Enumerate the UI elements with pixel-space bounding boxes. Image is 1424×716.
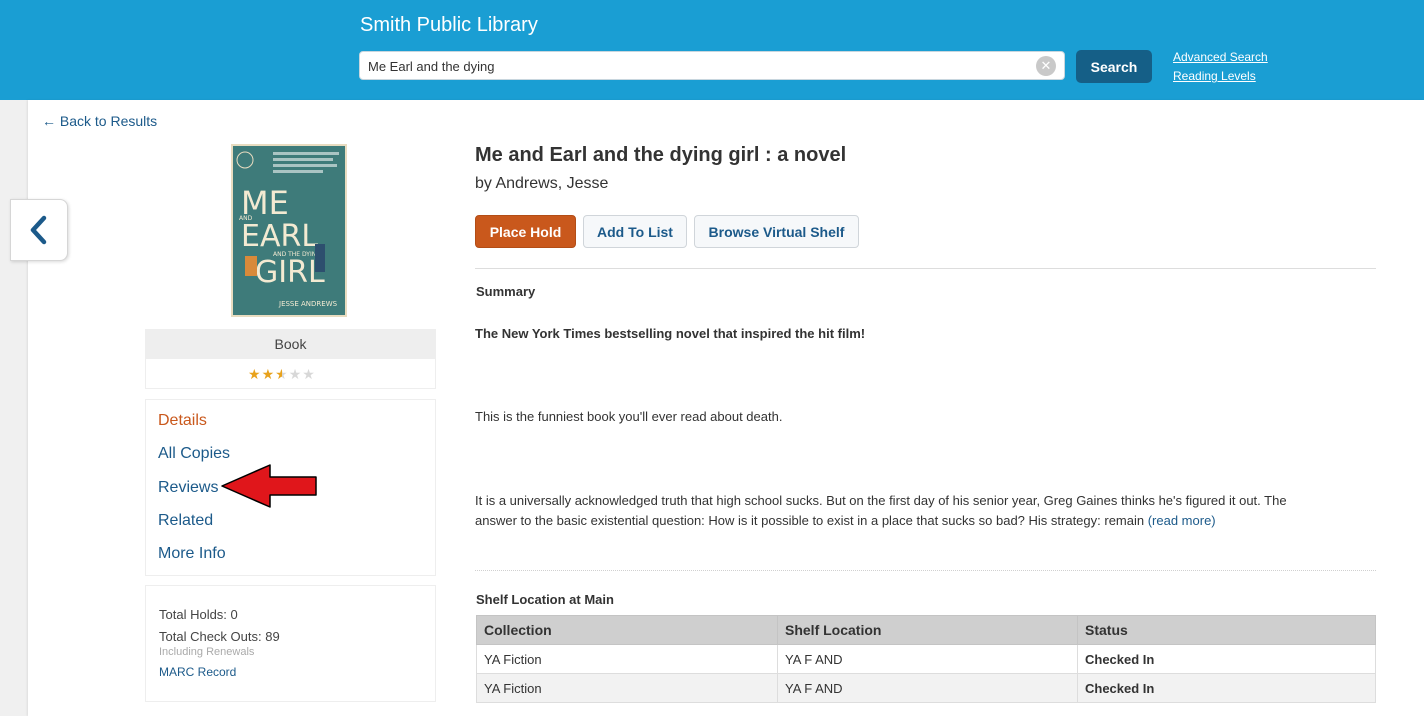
book-author[interactable]: by Andrews, Jesse <box>475 175 608 193</box>
previous-record-button[interactable] <box>10 199 68 261</box>
rating-stars[interactable]: ★★★★★ <box>248 366 316 383</box>
col-collection: Collection <box>476 615 778 645</box>
dotted-divider <box>475 570 1376 571</box>
nav-details[interactable]: Details <box>158 412 207 430</box>
total-holds: Total Holds: 0 <box>159 607 238 622</box>
nav-more-info[interactable]: More Info <box>158 545 226 563</box>
cover-title-earl: EARL <box>241 219 318 254</box>
star-icon: ★ <box>302 366 316 382</box>
reading-levels-link[interactable]: Reading Levels <box>1173 69 1256 83</box>
star-icon: ★ <box>248 366 262 382</box>
read-more-link[interactable]: (read more) <box>1148 513 1216 528</box>
site-header: Smith Public Library ✕ Search Advanced S… <box>0 0 1424 100</box>
place-hold-button[interactable]: Place Hold <box>475 215 576 248</box>
summary-paragraph-2: answer to the basic existential question… <box>475 511 1216 531</box>
cell-collection: YA Fiction <box>476 673 778 703</box>
book-cover-art: ME AND EARL AND THE DYING GIRL JESSE AND… <box>233 146 345 315</box>
summary-paragraph-2-line-1: It is a universally acknowledged truth t… <box>475 493 1287 508</box>
cover-author-credit: JESSE ANDREWS <box>278 300 338 308</box>
search-box: ✕ <box>359 51 1065 80</box>
summary-paragraph-2-line-2: answer to the basic existential question… <box>475 513 1148 528</box>
nav-reviews[interactable]: Reviews <box>158 479 218 497</box>
site-title[interactable]: Smith Public Library <box>360 14 538 37</box>
cell-shelf-location: YA F AND <box>777 644 1078 674</box>
cell-collection: YA Fiction <box>476 644 778 674</box>
format-box: Book ★★★★★ <box>145 329 436 389</box>
search-input[interactable] <box>368 56 1028 76</box>
table-header-row: Collection Shelf Location Status <box>476 615 1376 645</box>
cell-shelf-location: YA F AND <box>777 673 1078 703</box>
star-icon: ★ <box>288 366 303 382</box>
back-to-results-link[interactable]: ← Back to Results <box>42 113 157 129</box>
star-icon: ★ <box>261 366 276 382</box>
section-divider <box>475 268 1376 269</box>
stats-box: Total Holds: 0 Total Check Outs: 89 Incl… <box>145 585 436 702</box>
chevron-left-icon <box>30 215 47 245</box>
table-row: YA Fiction YA F AND Checked In <box>476 644 1376 674</box>
star-icon: ★ <box>275 366 289 382</box>
summary-heading: Summary <box>476 284 536 299</box>
red-pointer-arrow-icon <box>221 464 317 508</box>
shelf-heading: Shelf Location at Main <box>476 592 614 607</box>
search-button[interactable]: Search <box>1076 50 1152 83</box>
nav-related[interactable]: Related <box>158 512 213 530</box>
clear-search-icon[interactable]: ✕ <box>1036 56 1056 76</box>
table-row: YA Fiction YA F AND Checked In <box>476 673 1376 703</box>
advanced-search-link[interactable]: Advanced Search <box>1173 50 1268 64</box>
col-shelf-location: Shelf Location <box>777 615 1078 645</box>
cell-status: Checked In <box>1077 673 1376 703</box>
marc-record-link[interactable]: MARC Record <box>159 665 236 679</box>
cell-status: Checked In <box>1077 644 1376 674</box>
col-status: Status <box>1077 615 1376 645</box>
summary-paragraph-1: This is the funniest book you'll ever re… <box>475 409 783 424</box>
shelf-location-table: Collection Shelf Location Status YA Fict… <box>476 615 1376 703</box>
total-checkouts: Total Check Outs: 89 <box>159 629 280 644</box>
including-renewals: Including Renewals <box>159 646 255 658</box>
book-title: Me and Earl and the dying girl : a novel <box>475 144 847 166</box>
add-to-list-button[interactable]: Add To List <box>583 215 687 248</box>
browse-virtual-shelf-button[interactable]: Browse Virtual Shelf <box>694 215 859 248</box>
format-label: Book <box>146 330 435 359</box>
left-gutter <box>0 100 28 716</box>
cover-title-girl: GIRL <box>255 255 325 290</box>
summary-tagline: The New York Times bestselling novel tha… <box>475 326 866 341</box>
book-cover-image[interactable]: ME AND EARL AND THE DYING GIRL JESSE AND… <box>231 144 347 317</box>
